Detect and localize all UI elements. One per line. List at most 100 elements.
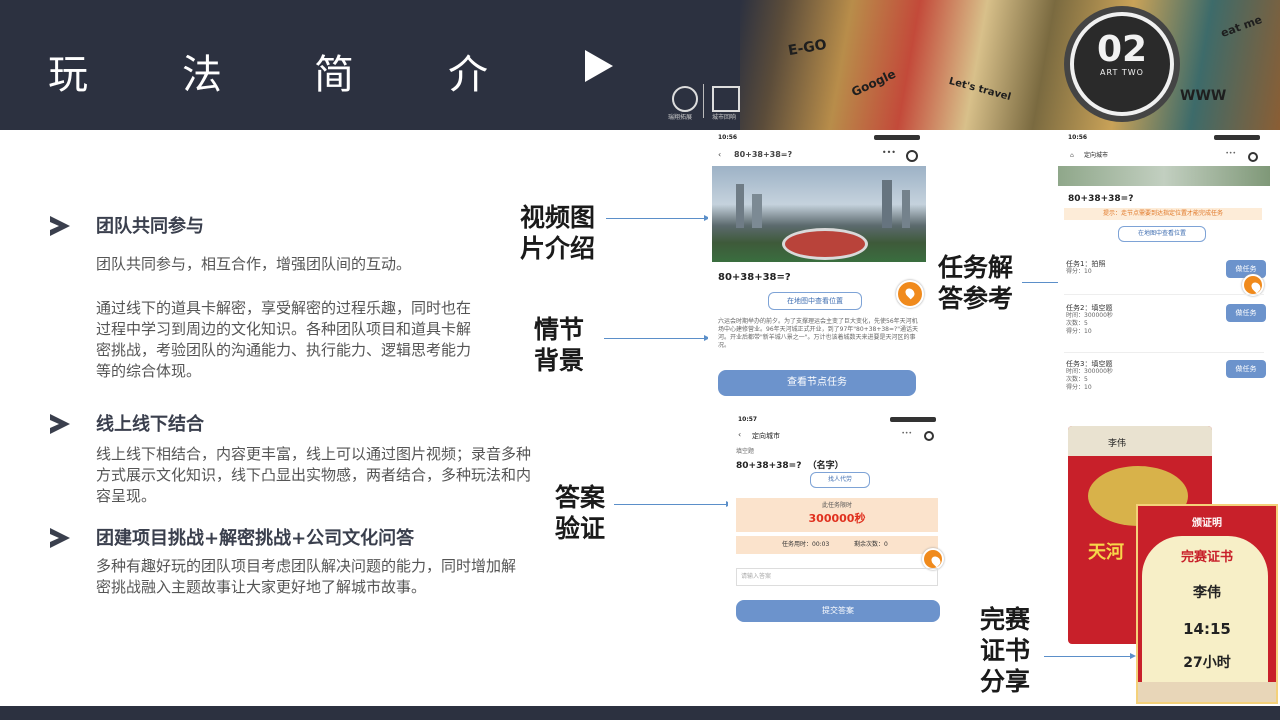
callout-certificate-share: 完赛 证书 分享 [980, 605, 1031, 696]
story-text: 六运会时期举办的前夕。为了支撑理运会主变了巨大变化，先使56年天河机场中心建修营… [718, 318, 918, 349]
cert-top-band [1068, 426, 1212, 456]
remaining-attempts: 剩余次数：0 [854, 541, 888, 548]
doodle-word: Google [849, 66, 898, 100]
progress-panel: 任务用时：00:03 剩余次数：0 [736, 536, 938, 554]
bullet-arrow-icon [50, 414, 70, 434]
callout-line [1044, 653, 1136, 659]
nav-title: 定向城市 [752, 432, 780, 440]
title-char-4: 介 [448, 52, 488, 98]
logo-divider [703, 84, 704, 118]
section-title-challenges: 团建项目挑战+解密挑战+公司文化问答 [96, 528, 415, 549]
stadium-track [782, 228, 868, 260]
submit-answer-button[interactable]: 提交答案 [736, 600, 940, 622]
section-title-online-offline: 线上线下结合 [96, 414, 204, 435]
task-item: 任务3：填空题 时间：300000秒 次数：5 得分：10 做任务 [1066, 360, 1266, 392]
callout-answer-check: 答案 验证 [555, 483, 606, 543]
cert-back-title: 天河 [1088, 542, 1124, 563]
location-marker-icon[interactable] [896, 280, 924, 308]
answer-input[interactable]: 请输入答案 [736, 568, 938, 586]
find-helper-button[interactable]: 找人代劳 [810, 472, 870, 488]
callout-line [606, 215, 710, 221]
play-icon [585, 50, 613, 82]
question-type: 填空题 [736, 448, 755, 455]
back-icon[interactable]: ‹ [738, 430, 741, 439]
question-title: 80+38+38=? [1068, 194, 1134, 204]
brand-logo-icon [672, 86, 698, 112]
divider [1064, 352, 1264, 353]
status-time: 10:57 [738, 416, 758, 423]
doodle-word: Let's travel [947, 75, 1012, 104]
back-icon[interactable]: ‹ [718, 150, 721, 159]
city-logo-icon [712, 86, 740, 112]
view-map-button[interactable]: 在地图中查看位置 [1118, 226, 1206, 242]
city-logo-text: 城市回响 [712, 114, 737, 121]
timer-panel: 此任务限时 300000秒 [736, 498, 938, 532]
callout-story-background: 情节 背景 [534, 315, 585, 375]
certificate-front-card[interactable]: 颁证明 完赛证书 李伟 14:15 27小时 [1136, 504, 1278, 704]
home-icon[interactable]: ⌂ [1070, 152, 1074, 160]
doodle-banner-image: E-GO Google Let's travel WWW eat me [740, 0, 1280, 130]
doodle-word: E-GO [786, 36, 828, 60]
hint-banner: 提示：走节点需要到达指定位置才能完成任务 [1064, 208, 1262, 220]
status-icons [1214, 135, 1260, 140]
brand-logo-text: 瑞翔拓展 [668, 114, 693, 121]
close-icon[interactable] [924, 431, 934, 441]
more-icon[interactable]: ••• [882, 148, 896, 157]
badge-subtitle: ART TWO [1100, 68, 1144, 77]
close-icon[interactable] [1248, 152, 1258, 162]
location-marker-icon[interactable] [1242, 274, 1264, 296]
section-text-challenges: 多种有趣好玩的团队项目考虑团队解决问题的能力，同时增加解密挑战融入主题故事让大家… [96, 557, 517, 596]
footer-bar [0, 706, 1280, 720]
header-bar: 玩 法 简 介 瑞翔拓展 城市回响 E-GO Google Let's trav… [0, 0, 1280, 130]
task-item: 任务1：拍照 得分：10 做任务 [1066, 260, 1266, 278]
section-text-online-offline: 线上线下相结合，内容更丰富，线上可以通过图片视频；录音多种方式展示文化知识，线下… [96, 445, 532, 505]
phone-screen-video: 10:56 ‹ 80+38+38=? ••• 80+38+38=? 在地图中查看… [708, 132, 930, 402]
location-marker-icon[interactable] [922, 548, 944, 570]
section-title-team: 团队共同参与 [96, 216, 204, 237]
view-tasks-button[interactable]: 查看节点任务 [718, 370, 916, 396]
cert-cloud-band [1138, 682, 1276, 702]
phone-screen-answer: 10:57 ‹ 定向城市 ••• 填空题 80+38+38=? （名字） 找人代… [728, 414, 946, 628]
cert-duration: 27小时 [1183, 655, 1231, 671]
title-char-3: 简 [314, 52, 354, 98]
cert-subtitle: 颁证明 [1192, 518, 1222, 529]
view-map-button[interactable]: 在地图中查看位置 [768, 292, 862, 310]
question-title: 80+38+38=? [718, 272, 791, 283]
doodle-word: eat me [1219, 13, 1264, 40]
used-time: 任务用时：00:03 [782, 541, 830, 548]
callout-line [614, 501, 732, 507]
divider [1064, 294, 1264, 295]
more-icon[interactable]: ••• [901, 430, 912, 438]
status-time: 10:56 [718, 134, 738, 141]
header-photo-strip [1058, 166, 1270, 186]
task-score: 得分：10 [1066, 328, 1092, 335]
title-char-1: 玩 [48, 52, 88, 98]
task-item: 任务2：填空题 时间：300000秒 次数：5 得分：10 做任务 [1066, 304, 1266, 336]
cert-back-name: 李伟 [1108, 439, 1127, 449]
cert-title: 完赛证书 [1180, 550, 1233, 565]
building [752, 194, 762, 228]
section-number-badge: 02 ART TWO [1070, 12, 1174, 116]
callout-task-reference: 任务解 答参考 [938, 253, 1014, 313]
doodle-word: WWW [1180, 88, 1227, 104]
status-icons [890, 417, 936, 422]
status-icons [874, 135, 920, 140]
callout-video-intro: 视频图 片介绍 [520, 203, 596, 263]
callout-line [604, 335, 710, 341]
task-score: 得分：10 [1066, 384, 1092, 391]
section-text-team-2: 通过线下的道具卡解密，享受解密的过程乐趣，同时也在过程中学习到周边的文化知识。各… [96, 299, 472, 380]
question-title: 80+38+38=? （名字） [736, 461, 844, 471]
more-icon[interactable]: ••• [1225, 150, 1236, 158]
close-icon[interactable] [906, 150, 918, 162]
city-stadium-photo[interactable] [712, 166, 926, 262]
title-char-2: 法 [182, 52, 222, 98]
timer-value: 300000秒 [808, 512, 866, 525]
status-time: 10:56 [1068, 134, 1088, 141]
cert-time: 14:15 [1183, 620, 1231, 638]
do-task-button[interactable]: 做任务 [1226, 360, 1266, 378]
nav-title: 80+38+38=? [734, 150, 793, 159]
do-task-button[interactable]: 做任务 [1226, 304, 1266, 322]
badge-number: 02 [1096, 29, 1148, 70]
cert-name: 李伟 [1193, 585, 1221, 601]
building [736, 184, 744, 228]
